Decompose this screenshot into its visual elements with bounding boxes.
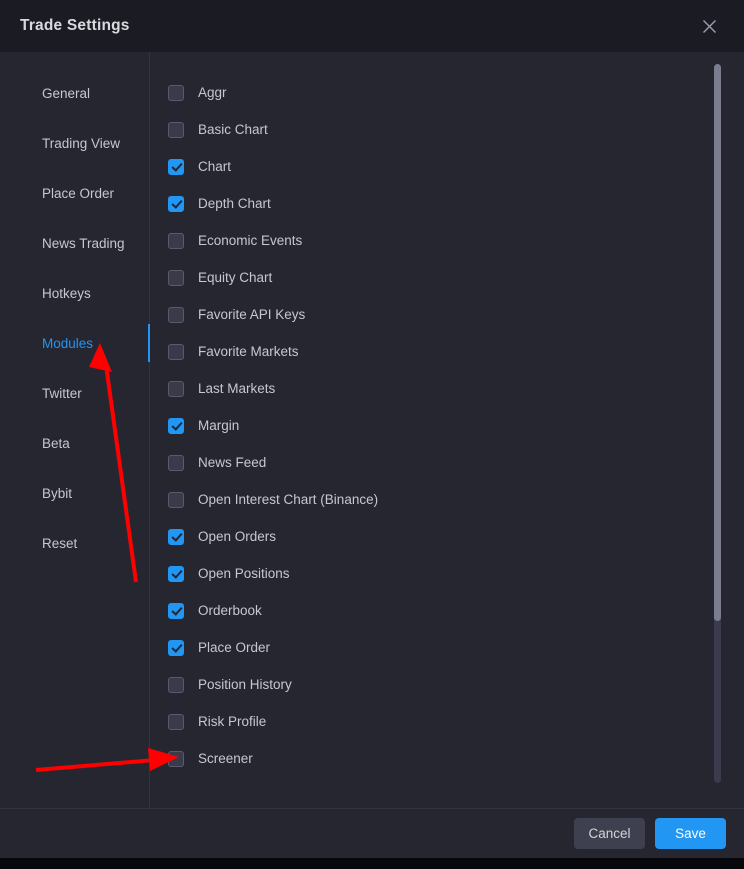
module-row-news-feed[interactable]: News Feed <box>168 444 744 481</box>
module-row-open-positions[interactable]: Open Positions <box>168 555 744 592</box>
sidebar-item-label: Place Order <box>42 185 115 201</box>
dialog-header: Trade Settings <box>0 0 744 52</box>
module-row-open-interest-chart-binance[interactable]: Open Interest Chart (Binance) <box>168 481 744 518</box>
checkbox-unchecked-icon[interactable] <box>168 491 184 508</box>
module-row-place-order[interactable]: Place Order <box>168 629 744 666</box>
checkbox-unchecked-icon[interactable] <box>168 343 184 360</box>
module-label: Economic Events <box>198 233 303 248</box>
module-row-basic-chart[interactable]: Basic Chart <box>168 111 744 148</box>
module-label: Depth Chart <box>198 196 271 211</box>
checkbox-unchecked-icon[interactable] <box>168 84 184 101</box>
checkbox-checked-icon[interactable] <box>168 195 184 212</box>
checkbox-checked-icon[interactable] <box>168 565 184 582</box>
module-label: Position History <box>198 677 292 692</box>
dialog-footer: Cancel Save <box>0 808 744 858</box>
module-row-margin[interactable]: Margin <box>168 407 744 444</box>
sidebar-item-modules[interactable]: Modules <box>0 318 150 368</box>
checkbox-unchecked-icon[interactable] <box>168 121 184 138</box>
module-label: Open Interest Chart (Binance) <box>198 492 379 507</box>
module-row-economic-events[interactable]: Economic Events <box>168 222 744 259</box>
sidebar-item-label: Trading View <box>42 135 121 151</box>
save-button[interactable]: Save <box>655 818 726 849</box>
checkbox-unchecked-icon[interactable] <box>168 750 184 767</box>
module-label: News Feed <box>198 455 267 470</box>
bottom-strip <box>0 858 744 869</box>
checkbox-checked-icon[interactable] <box>168 639 184 656</box>
module-label: Equity Chart <box>198 270 273 285</box>
sidebar-item-place-order[interactable]: Place Order <box>0 168 149 218</box>
sidebar-item-label: Beta <box>42 435 70 451</box>
settings-sidebar: General Trading View Place Order News Tradi… <box>0 52 150 808</box>
module-label: Orderbook <box>198 603 262 618</box>
checkbox-unchecked-icon[interactable] <box>168 676 184 693</box>
sidebar-item-label: Bybit <box>42 485 73 501</box>
cancel-button[interactable]: Cancel <box>574 818 645 849</box>
checkbox-unchecked-icon[interactable] <box>168 269 184 286</box>
module-label: Aggr <box>198 85 227 100</box>
panel-scrollbar[interactable] <box>714 64 721 783</box>
checkbox-unchecked-icon[interactable] <box>168 454 184 471</box>
module-label: Basic Chart <box>198 122 268 137</box>
module-label: Favorite Markets <box>198 344 299 359</box>
module-label: Screener <box>198 751 253 766</box>
sidebar-item-label: General <box>42 85 91 101</box>
sidebar-item-news-trading[interactable]: News Trading <box>0 218 149 268</box>
module-row-aggr[interactable]: Aggr <box>168 74 744 111</box>
checkbox-checked-icon[interactable] <box>168 602 184 619</box>
module-row-equity-chart[interactable]: Equity Chart <box>168 259 744 296</box>
module-row-position-history[interactable]: Position History <box>168 666 744 703</box>
sidebar-item-label: Modules <box>42 335 94 351</box>
module-label: Open Positions <box>198 566 290 581</box>
module-label: Open Orders <box>198 529 277 544</box>
sidebar-item-general[interactable]: General <box>0 68 149 118</box>
checkbox-checked-icon[interactable] <box>168 158 184 175</box>
sidebar-item-label: Twitter <box>42 385 82 401</box>
checkbox-unchecked-icon[interactable] <box>168 713 184 730</box>
checkbox-unchecked-icon[interactable] <box>168 306 184 323</box>
modules-checkbox-list: Aggr Basic Chart Chart Depth Chart Economic … <box>168 74 744 777</box>
module-label: Risk Profile <box>198 714 267 729</box>
module-row-chart[interactable]: Chart <box>168 148 744 185</box>
module-row-screener[interactable]: Screener <box>168 740 744 777</box>
close-icon[interactable] <box>694 11 724 41</box>
module-label: Chart <box>198 159 232 174</box>
sidebar-item-reset[interactable]: Reset <box>0 518 149 568</box>
sidebar-item-label: Hotkeys <box>42 285 91 301</box>
sidebar-item-label: Reset <box>42 535 78 551</box>
dialog-title: Trade Settings <box>20 17 130 34</box>
sidebar-item-hotkeys[interactable]: Hotkeys <box>0 268 149 318</box>
module-row-favorite-api-keys[interactable]: Favorite API Keys <box>168 296 744 333</box>
trade-settings-dialog: Trade Settings General Trading View Place … <box>0 0 744 858</box>
module-row-last-markets[interactable]: Last Markets <box>168 370 744 407</box>
modules-panel: Aggr Basic Chart Chart Depth Chart Economic … <box>150 52 744 808</box>
checkbox-unchecked-icon[interactable] <box>168 232 184 249</box>
module-row-orderbook[interactable]: Orderbook <box>168 592 744 629</box>
checkbox-checked-icon[interactable] <box>168 528 184 545</box>
sidebar-item-bybit[interactable]: Bybit <box>0 468 149 518</box>
checkbox-checked-icon[interactable] <box>168 417 184 434</box>
sidebar-item-beta[interactable]: Beta <box>0 418 149 468</box>
module-label: Favorite API Keys <box>198 307 306 322</box>
module-row-open-orders[interactable]: Open Orders <box>168 518 744 555</box>
module-row-favorite-markets[interactable]: Favorite Markets <box>168 333 744 370</box>
sidebar-item-label: News Trading <box>42 235 125 251</box>
dialog-body: General Trading View Place Order News Tradi… <box>0 52 744 808</box>
sidebar-item-twitter[interactable]: Twitter <box>0 368 149 418</box>
module-label: Last Markets <box>198 381 276 396</box>
module-label: Place Order <box>198 640 271 655</box>
module-label: Margin <box>198 418 240 433</box>
scrollbar-thumb[interactable] <box>714 64 721 621</box>
checkbox-unchecked-icon[interactable] <box>168 380 184 397</box>
sidebar-item-trading-view[interactable]: Trading View <box>0 118 149 168</box>
module-row-risk-profile[interactable]: Risk Profile <box>168 703 744 740</box>
module-row-depth-chart[interactable]: Depth Chart <box>168 185 744 222</box>
